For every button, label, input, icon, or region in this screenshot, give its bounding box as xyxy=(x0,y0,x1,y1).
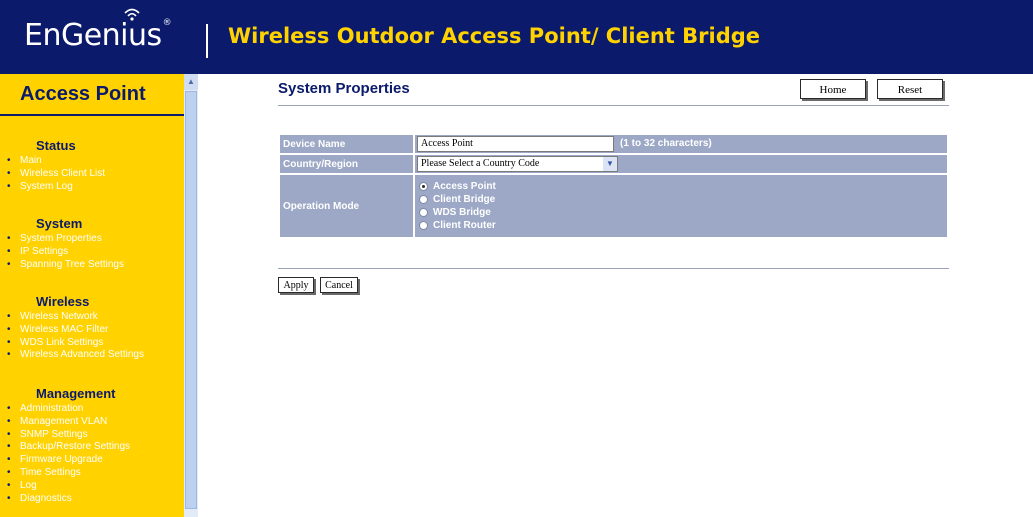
sidebar-item-wireless-mac-filter[interactable]: Wireless MAC Filter xyxy=(0,324,184,337)
device-name-label: Device Name xyxy=(280,135,413,153)
radio-label-client-bridge: Client Bridge xyxy=(433,194,496,205)
sidebar-item-spanning-tree-settings[interactable]: Spanning Tree Settings xyxy=(0,259,184,272)
sidebar-item-wireless-network[interactable]: Wireless Network xyxy=(0,311,184,324)
scrollbar-thumb[interactable] xyxy=(185,91,197,509)
apply-button[interactable]: Apply xyxy=(278,277,314,293)
radio-label-client-router: Client Router xyxy=(433,220,496,231)
country-row: Country/Region Please Select a Country C… xyxy=(280,155,947,173)
engenius-logo: EnGenius® xyxy=(24,18,172,53)
radio-label-access-point: Access Point xyxy=(433,181,496,192)
radio-option-wds-bridge[interactable]: WDS Bridge xyxy=(419,206,947,219)
sidebar-item-wireless-client-list[interactable]: Wireless Client List xyxy=(0,168,184,181)
nav-section-management: Management Administration Management VLA… xyxy=(0,386,184,505)
sidebar-item-snmp-settings[interactable]: SNMP Settings xyxy=(0,429,184,442)
wifi-arcs-icon xyxy=(124,8,140,21)
sidebar-item-administration[interactable]: Administration xyxy=(0,403,184,416)
nav-heading-management: Management xyxy=(36,386,116,401)
radio-option-client-bridge[interactable]: Client Bridge xyxy=(419,193,947,206)
sidebar-item-diagnostics[interactable]: Diagnostics xyxy=(0,493,184,506)
radio-client-router[interactable] xyxy=(419,221,428,230)
sidebar-item-main[interactable]: Main xyxy=(0,155,184,168)
sidebar-item-wds-link-settings[interactable]: WDS Link Settings xyxy=(0,337,184,350)
country-select[interactable]: Please Select a Country Code ▼ xyxy=(417,155,618,172)
operation-mode-row: Operation Mode Access Point Client Bridg… xyxy=(280,175,947,237)
sidebar-title: Access Point xyxy=(20,83,146,105)
title-divider xyxy=(278,105,949,106)
sidebar-item-ip-settings[interactable]: IP Settings xyxy=(0,246,184,259)
sidebar-item-system-properties[interactable]: System Properties xyxy=(0,233,184,246)
page-title: System Properties xyxy=(278,80,410,97)
radio-option-access-point[interactable]: Access Point xyxy=(419,180,947,193)
sidebar-title-bar: Access Point xyxy=(0,74,184,116)
system-properties-table: Device Name Access Point (1 to 32 charact… xyxy=(278,133,949,239)
sidebar-scrollbar[interactable]: ▲ xyxy=(184,74,198,517)
header-divider xyxy=(206,24,208,58)
operation-mode-label: Operation Mode xyxy=(280,175,413,237)
device-name-row: Device Name Access Point (1 to 32 charact… xyxy=(280,135,947,153)
nav-section-wireless: Wireless Wireless Network Wireless MAC F… xyxy=(0,294,184,362)
logo-registered-mark: ® xyxy=(162,18,172,28)
nav-section-status: Status Main Wireless Client List System … xyxy=(0,138,184,193)
reset-button[interactable]: Reset xyxy=(877,79,943,99)
radio-label-wds-bridge: WDS Bridge xyxy=(433,207,491,218)
device-name-cell: Access Point (1 to 32 characters) xyxy=(415,135,947,153)
cancel-button[interactable]: Cancel xyxy=(320,277,358,293)
home-button[interactable]: Home xyxy=(800,79,866,99)
sidebar-item-backup-restore-settings[interactable]: Backup/Restore Settings xyxy=(0,441,184,454)
radio-option-client-router[interactable]: Client Router xyxy=(419,219,947,232)
radio-client-bridge[interactable] xyxy=(419,195,428,204)
sidebar-item-wireless-advanced-settings[interactable]: Wireless Advanced Settings xyxy=(0,349,184,362)
sidebar-item-firmware-upgrade[interactable]: Firmware Upgrade xyxy=(0,454,184,467)
sidebar-item-management-vlan[interactable]: Management VLAN xyxy=(0,416,184,429)
country-cell: Please Select a Country Code ▼ xyxy=(415,155,947,173)
country-region-label: Country/Region xyxy=(280,155,413,173)
device-name-input[interactable]: Access Point xyxy=(417,135,614,152)
sidebar: Access Point Status Main Wireless Client… xyxy=(0,74,184,517)
nav-heading-wireless: Wireless xyxy=(36,294,90,309)
header-bar: EnGenius® Wireless Outdoor Access Point/… xyxy=(0,0,1033,74)
operation-mode-cell: Access Point Client Bridge WDS Bridge Cl… xyxy=(415,175,947,237)
sidebar-item-time-settings[interactable]: Time Settings xyxy=(0,467,184,480)
form-bottom-divider xyxy=(278,268,949,269)
country-select-value: Please Select a Country Code xyxy=(421,157,540,169)
radio-wds-bridge[interactable] xyxy=(419,208,428,217)
operation-mode-radio-group: Access Point Client Bridge WDS Bridge Cl… xyxy=(415,177,947,235)
nav-section-system: System System Properties IP Settings Spa… xyxy=(0,216,184,271)
chevron-down-icon[interactable]: ▼ xyxy=(603,156,617,171)
sidebar-item-log[interactable]: Log xyxy=(0,480,184,493)
logo-text: EnGenius xyxy=(24,18,162,53)
sidebar-item-system-log[interactable]: System Log xyxy=(0,181,184,194)
nav-heading-system: System xyxy=(36,216,83,231)
nav-heading-status: Status xyxy=(36,138,76,153)
product-title: Wireless Outdoor Access Point/ Client Br… xyxy=(228,24,761,48)
radio-access-point[interactable] xyxy=(419,182,428,191)
scroll-up-arrow-icon[interactable]: ▲ xyxy=(184,74,198,90)
device-name-hint: (1 to 32 characters) xyxy=(620,138,712,150)
